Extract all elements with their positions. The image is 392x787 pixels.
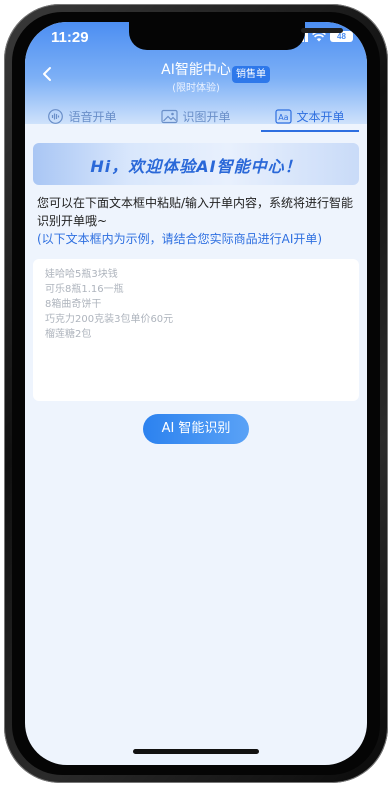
notch	[129, 22, 367, 50]
placeholder-line: 可乐8瓶1.16一瓶	[45, 284, 124, 295]
mode-tabs: 语音开单 识图开单 Aa 文本开单	[25, 100, 367, 132]
instructions-text: 您可以在下面文本框中粘贴/输入开单内容，系统将进行智能识别开单哦~	[37, 196, 354, 228]
text-aa-icon: Aa	[275, 108, 293, 124]
voice-wave-icon	[48, 108, 64, 124]
status-time: 11:29	[51, 29, 89, 46]
tab-voice-label: 语音开单	[68, 109, 117, 124]
order-text-input[interactable]: 娃哈哈5瓶3块钱 可乐8瓶1.16一瓶 8箱曲奇饼干 巧克力200克装3包单价6…	[33, 259, 359, 401]
placeholder-line: 榴莲糖2包	[45, 329, 92, 340]
order-type-badge[interactable]: 销售单	[232, 66, 270, 83]
camera-icon	[363, 28, 367, 39]
image-icon	[161, 109, 179, 123]
placeholder-line: 8箱曲奇饼干	[45, 299, 102, 310]
page-subtitle: (限时体验)	[172, 83, 220, 94]
tab-text-label: 文本开单	[296, 109, 345, 124]
app-screen: 11:29 48 AI智能中心 (限时体验) 销售单 语音开单 识图开单 Aa …	[25, 22, 367, 765]
welcome-banner: Hi，欢迎体验AI智能中心！	[33, 143, 359, 185]
ai-recognize-button[interactable]: AI 智能识别	[143, 414, 249, 444]
home-indicator[interactable]	[133, 749, 259, 754]
placeholder-lines: 娃哈哈5瓶3块钱 可乐8瓶1.16一瓶 8箱曲奇饼干 巧克力200克装3包单价6…	[45, 267, 173, 342]
tab-voice[interactable]: 语音开单	[25, 100, 139, 132]
tab-text[interactable]: Aa 文本开单	[253, 100, 367, 132]
placeholder-line: 巧克力200克装3包单价60元	[45, 314, 174, 325]
banner-text: Hi，欢迎体验AI智能中心！	[90, 157, 302, 176]
speaker-grille	[301, 28, 343, 33]
svg-text:Aa: Aa	[279, 113, 289, 122]
placeholder-line: 娃哈哈5瓶3块钱	[45, 269, 118, 280]
tab-image-label: 识图开单	[182, 109, 231, 124]
example-note: (以下文本框内为示例，请结合您实际商品进行AI开单)	[37, 232, 323, 246]
page-title: AI智能中心	[161, 62, 231, 78]
tab-image[interactable]: 识图开单	[139, 100, 253, 132]
